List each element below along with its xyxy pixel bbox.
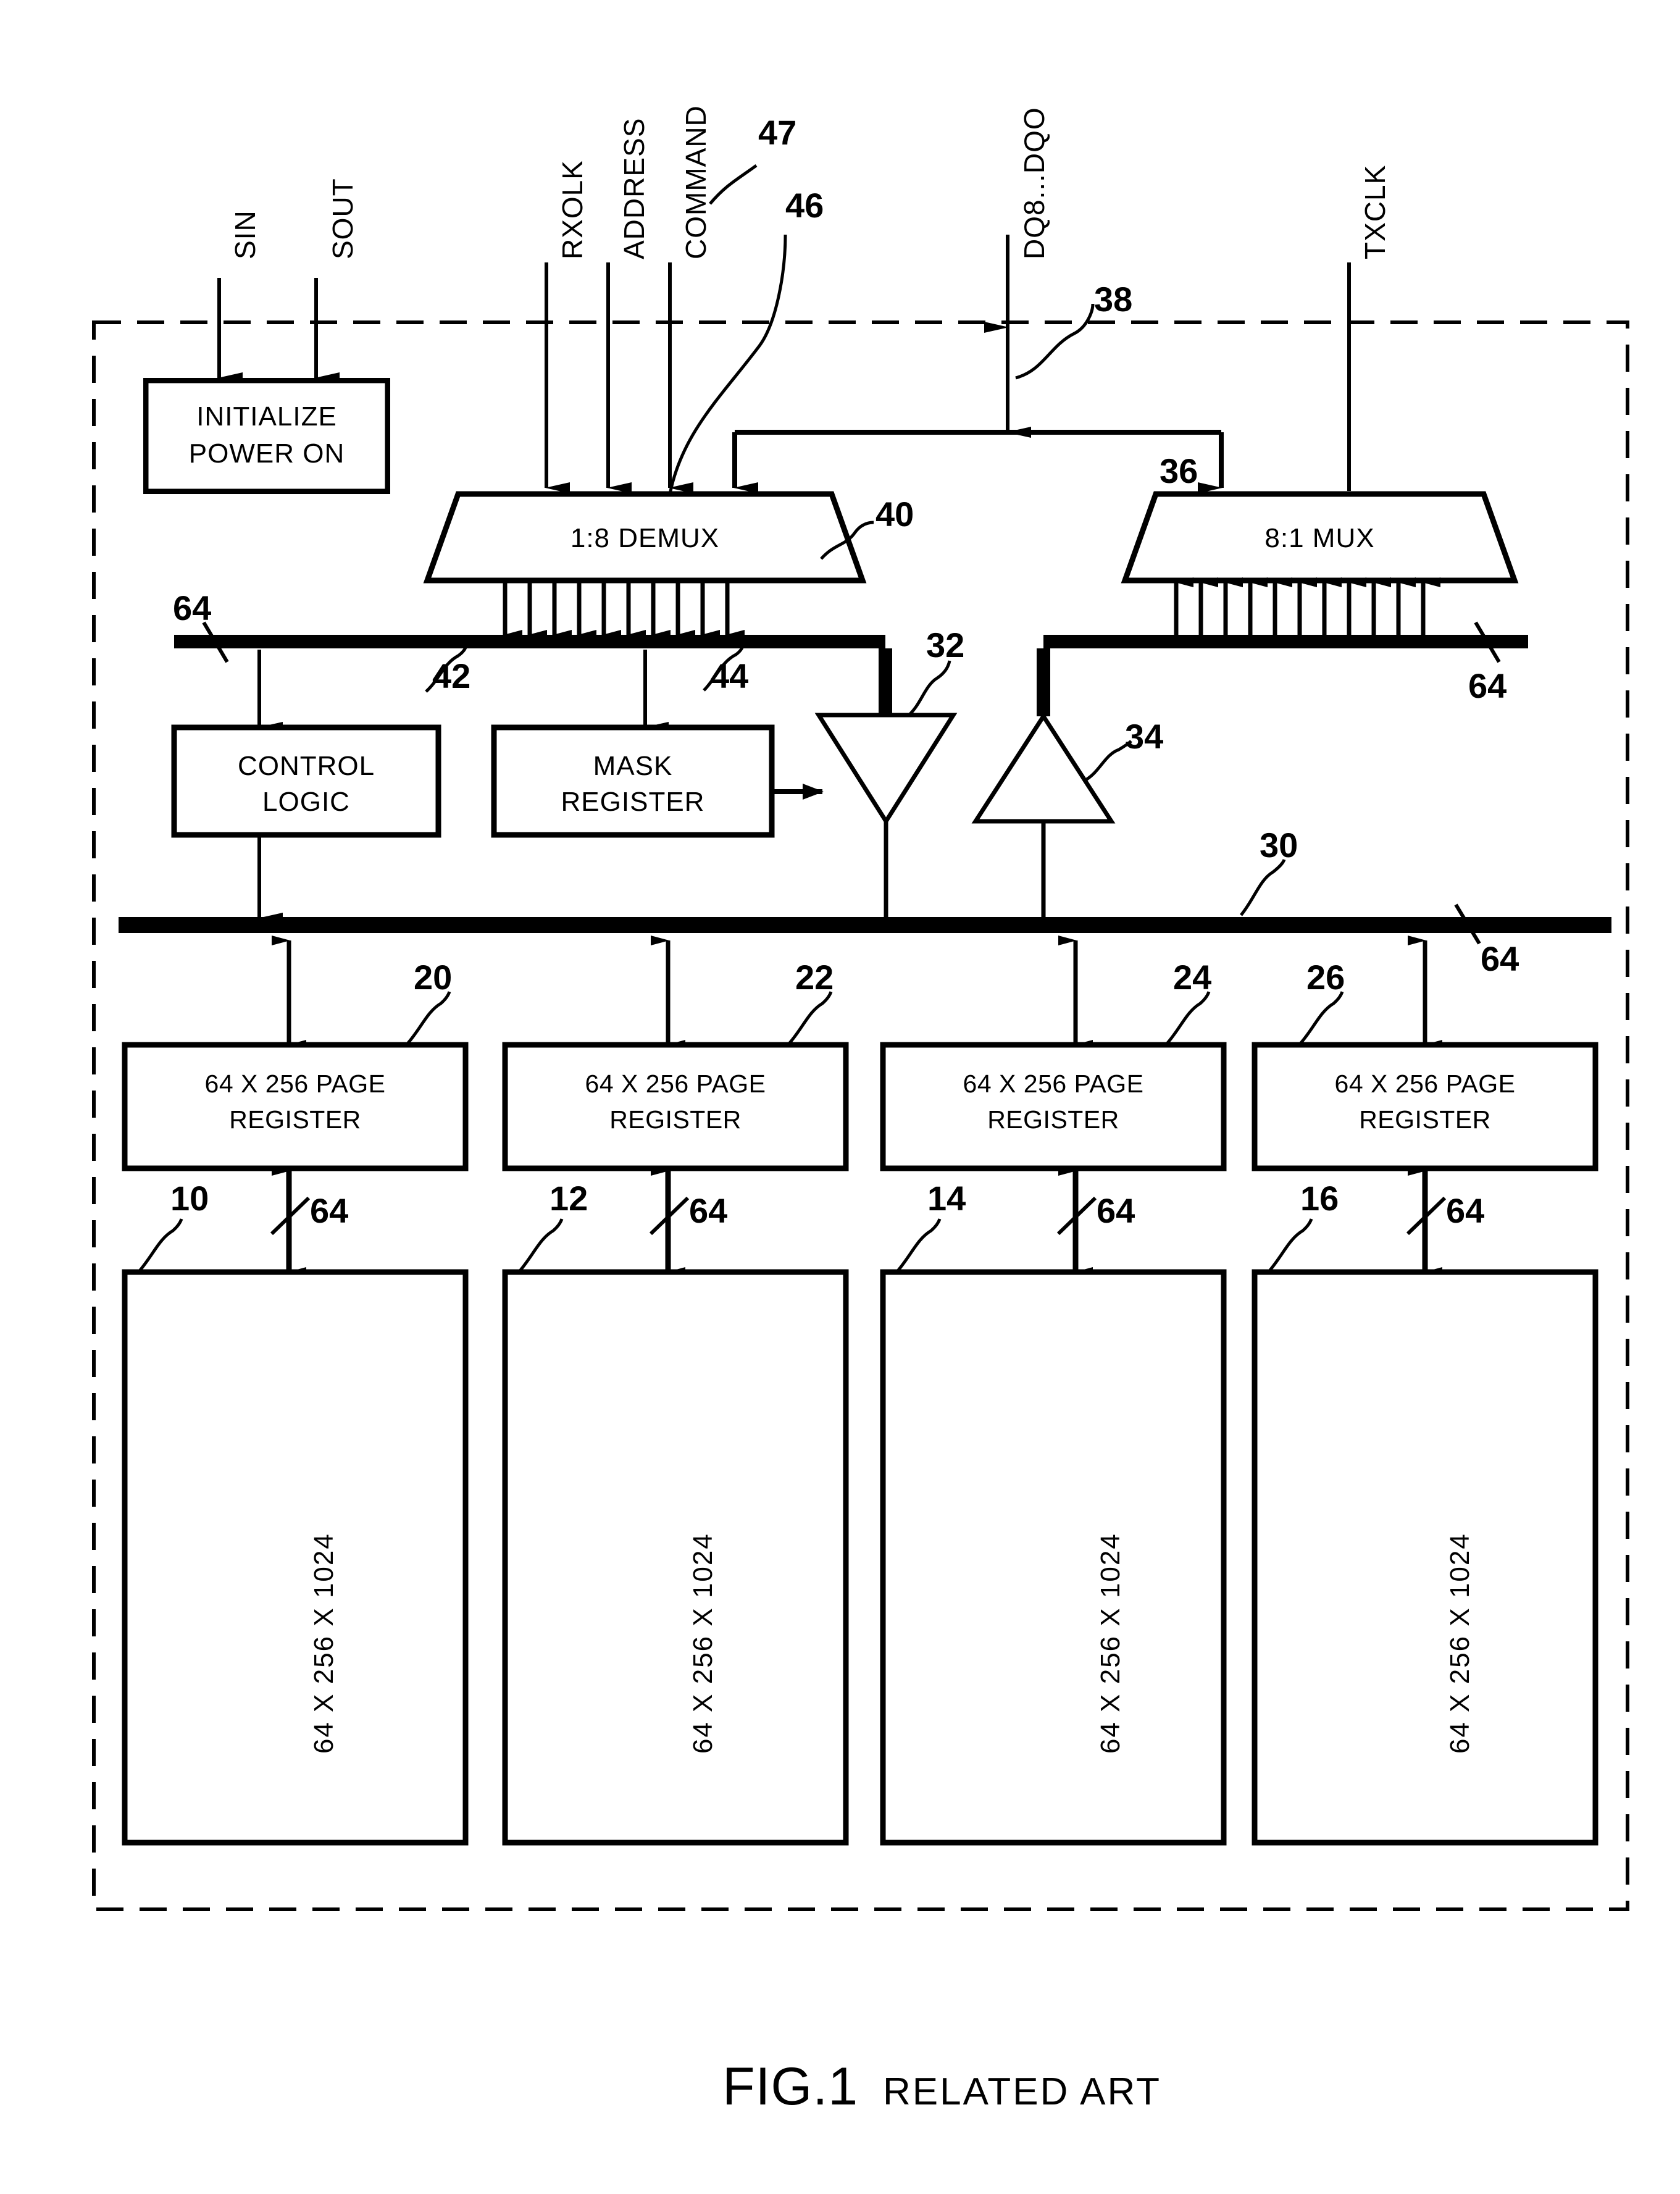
ref-width-64-b: 64 bbox=[689, 1191, 728, 1230]
ref-width-64-c: 64 bbox=[1097, 1191, 1135, 1230]
ref-42: 42 bbox=[432, 656, 471, 695]
ref-bus-main-64: 64 bbox=[1481, 939, 1519, 978]
ref-38: 38 bbox=[1094, 280, 1133, 319]
page-register-2-line-1: 64 X 256 PAGE bbox=[963, 1070, 1144, 1098]
initialize-line-2: POWER ON bbox=[188, 438, 345, 469]
figure-canvas: SIN SOUT RXOLK ADDRESS COMMAND DQ8...DQO… bbox=[0, 0, 1680, 2194]
ref-36: 36 bbox=[1160, 451, 1198, 490]
lead-32 bbox=[908, 660, 951, 716]
control-logic-line-1: CONTROL bbox=[237, 751, 375, 781]
memory-array-box-3 bbox=[1252, 1269, 1599, 1846]
ref-26: 26 bbox=[1306, 958, 1345, 997]
ref-32: 32 bbox=[926, 626, 965, 664]
ref-34: 34 bbox=[1125, 717, 1164, 756]
figure-caption-sub: RELATED ART bbox=[883, 2070, 1162, 2113]
ref-22: 22 bbox=[795, 958, 834, 997]
memory-array-box-2 bbox=[880, 1269, 1227, 1846]
demux-label: 1:8 DEMUX bbox=[570, 523, 720, 553]
mux-label: 8:1 MUX bbox=[1264, 523, 1375, 553]
write-buffer-shape bbox=[814, 713, 958, 826]
write-bus bbox=[174, 635, 885, 648]
ref-10: 10 bbox=[170, 1179, 209, 1218]
signal-label-txclk: TXCLK bbox=[1359, 164, 1391, 259]
main-bus bbox=[119, 917, 1611, 933]
ref-width-64-d: 64 bbox=[1446, 1191, 1485, 1230]
page-register-1-line-1: 64 X 256 PAGE bbox=[585, 1070, 766, 1098]
ref-20: 20 bbox=[414, 958, 453, 997]
mask-register-line-1: MASK bbox=[593, 751, 673, 781]
ref-12: 12 bbox=[550, 1179, 588, 1218]
lead-24 bbox=[1166, 991, 1211, 1045]
signal-label-sout: SOUT bbox=[327, 178, 359, 259]
read-bus bbox=[1043, 635, 1528, 648]
lead-26 bbox=[1299, 991, 1344, 1045]
lead-47 bbox=[709, 164, 758, 205]
initialize-line-1: INITIALIZE bbox=[196, 401, 337, 432]
ref-16: 16 bbox=[1300, 1179, 1339, 1218]
lead-30 bbox=[1240, 859, 1286, 916]
memory-array-0-label: 64 X 256 X 1024 bbox=[309, 1533, 339, 1754]
ref-47: 47 bbox=[758, 113, 797, 152]
lead-38 bbox=[1015, 303, 1095, 380]
figure-caption-main: FIG.1 bbox=[722, 2057, 859, 2116]
page-register-0-line-1: 64 X 256 PAGE bbox=[204, 1070, 386, 1098]
ref-24: 24 bbox=[1173, 958, 1212, 997]
control-logic-line-2: LOGIC bbox=[262, 787, 350, 817]
lead-16 bbox=[1268, 1218, 1313, 1272]
signal-label-dq: DQ8...DQO bbox=[1018, 107, 1050, 259]
lead-22 bbox=[788, 991, 833, 1045]
ref-44: 44 bbox=[710, 656, 749, 695]
signal-label-sin: SIN bbox=[229, 210, 261, 259]
ref-40: 40 bbox=[876, 495, 914, 534]
ref-14: 14 bbox=[927, 1179, 966, 1218]
memory-array-box-1 bbox=[502, 1269, 849, 1846]
mask-register-line-2: REGISTER bbox=[561, 787, 705, 817]
lead-20 bbox=[406, 991, 451, 1045]
page-register-3-line-2: REGISTER bbox=[1359, 1105, 1491, 1134]
memory-array-box-0 bbox=[122, 1269, 469, 1846]
memory-array-3-label: 64 X 256 X 1024 bbox=[1445, 1533, 1475, 1754]
page-register-1-line-2: REGISTER bbox=[609, 1105, 742, 1134]
memory-array-1-label: 64 X 256 X 1024 bbox=[688, 1533, 718, 1754]
ref-bus-left-64: 64 bbox=[173, 588, 212, 627]
read-buffer-shape bbox=[971, 712, 1116, 824]
ref-bus-right-64: 64 bbox=[1468, 666, 1507, 705]
lead-10 bbox=[138, 1218, 183, 1272]
signal-label-rxclk: RXOLK bbox=[556, 160, 588, 259]
page-register-2-line-2: REGISTER bbox=[987, 1105, 1119, 1134]
ref-46: 46 bbox=[785, 186, 824, 225]
signal-label-command: COMMAND bbox=[680, 105, 712, 259]
page-register-3-line-1: 64 X 256 PAGE bbox=[1334, 1070, 1516, 1098]
memory-array-2-label: 64 X 256 X 1024 bbox=[1095, 1533, 1126, 1754]
signal-label-address: ADDRESS bbox=[618, 117, 650, 259]
ref-width-64-a: 64 bbox=[310, 1191, 349, 1230]
ref-30: 30 bbox=[1260, 826, 1298, 865]
page-register-0-line-2: REGISTER bbox=[229, 1105, 361, 1134]
lead-12 bbox=[519, 1218, 564, 1272]
lead-46 bbox=[668, 234, 787, 495]
lead-14 bbox=[896, 1218, 942, 1272]
initialize-power-on-box bbox=[143, 378, 390, 494]
